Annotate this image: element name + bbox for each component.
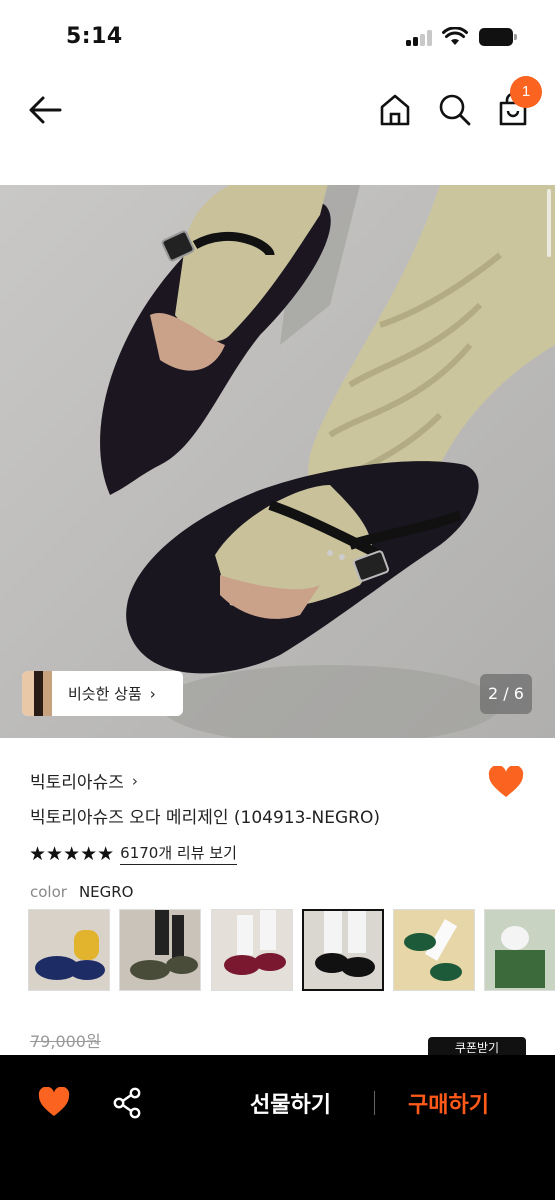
search-icon[interactable] — [436, 91, 474, 129]
product-name: 빅토리아슈즈 오다 메리제인 (104913-NEGRO) — [30, 808, 381, 828]
color-label: color — [30, 883, 67, 901]
rating-stars: ★★★★★ — [29, 842, 115, 865]
brand-name: 빅토리아슈즈 — [30, 773, 124, 793]
color-swatch-khaki[interactable] — [119, 909, 201, 991]
page-indicator: 2 / 6 — [480, 674, 532, 714]
signal-icon — [406, 30, 434, 46]
arrow-left-icon[interactable] — [26, 92, 66, 128]
nav-header: 1 — [0, 72, 555, 182]
home-icon[interactable] — [376, 91, 414, 129]
bottom-action-bar: 선물하기 구매하기 — [0, 1055, 555, 1200]
review-link[interactable]: 6170개 리뷰 보기 — [120, 842, 237, 865]
similar-products-label: 비슷한 상품 — [68, 685, 142, 703]
wifi-icon — [442, 27, 468, 45]
product-image-carousel[interactable]: 비슷한 상품 › 2 / 6 — [0, 185, 555, 738]
share-icon[interactable] — [112, 1087, 142, 1119]
color-swatch-green[interactable] — [393, 909, 475, 991]
color-swatch-list — [28, 909, 555, 993]
color-swatch-mixed[interactable] — [484, 909, 555, 991]
product-photo — [0, 185, 555, 738]
status-time: 5:14 — [66, 24, 123, 49]
original-price: 79,000원 — [30, 1032, 101, 1051]
brand-link[interactable]: 빅토리아슈즈 › — [30, 768, 138, 794]
chevron-right-icon: › — [149, 684, 156, 703]
heart-icon[interactable] — [488, 766, 524, 798]
cart-count-badge: 1 — [510, 76, 542, 108]
status-bar: 5:14 — [0, 0, 555, 72]
buy-button[interactable]: 구매하기 — [408, 1087, 489, 1119]
gift-button[interactable]: 선물하기 — [250, 1087, 331, 1119]
color-swatch-navy[interactable] — [28, 909, 110, 991]
rating-row: ★★★★★ 6170개 리뷰 보기 — [29, 842, 237, 865]
similar-thumbnail — [22, 671, 52, 716]
color-swatch-negro-selected[interactable] — [302, 909, 384, 991]
color-swatch-burgundy[interactable] — [211, 909, 293, 991]
similar-products-button[interactable]: 비슷한 상품 › — [22, 671, 183, 716]
color-row: color NEGRO — [30, 883, 134, 901]
divider — [374, 1091, 375, 1115]
battery-icon — [479, 28, 517, 46]
heart-icon[interactable] — [38, 1087, 70, 1117]
scroll-indicator — [547, 189, 551, 257]
color-value: NEGRO — [78, 883, 134, 901]
coupon-button[interactable]: 쿠폰받기 — [428, 1037, 526, 1057]
chevron-right-icon: › — [131, 771, 138, 790]
